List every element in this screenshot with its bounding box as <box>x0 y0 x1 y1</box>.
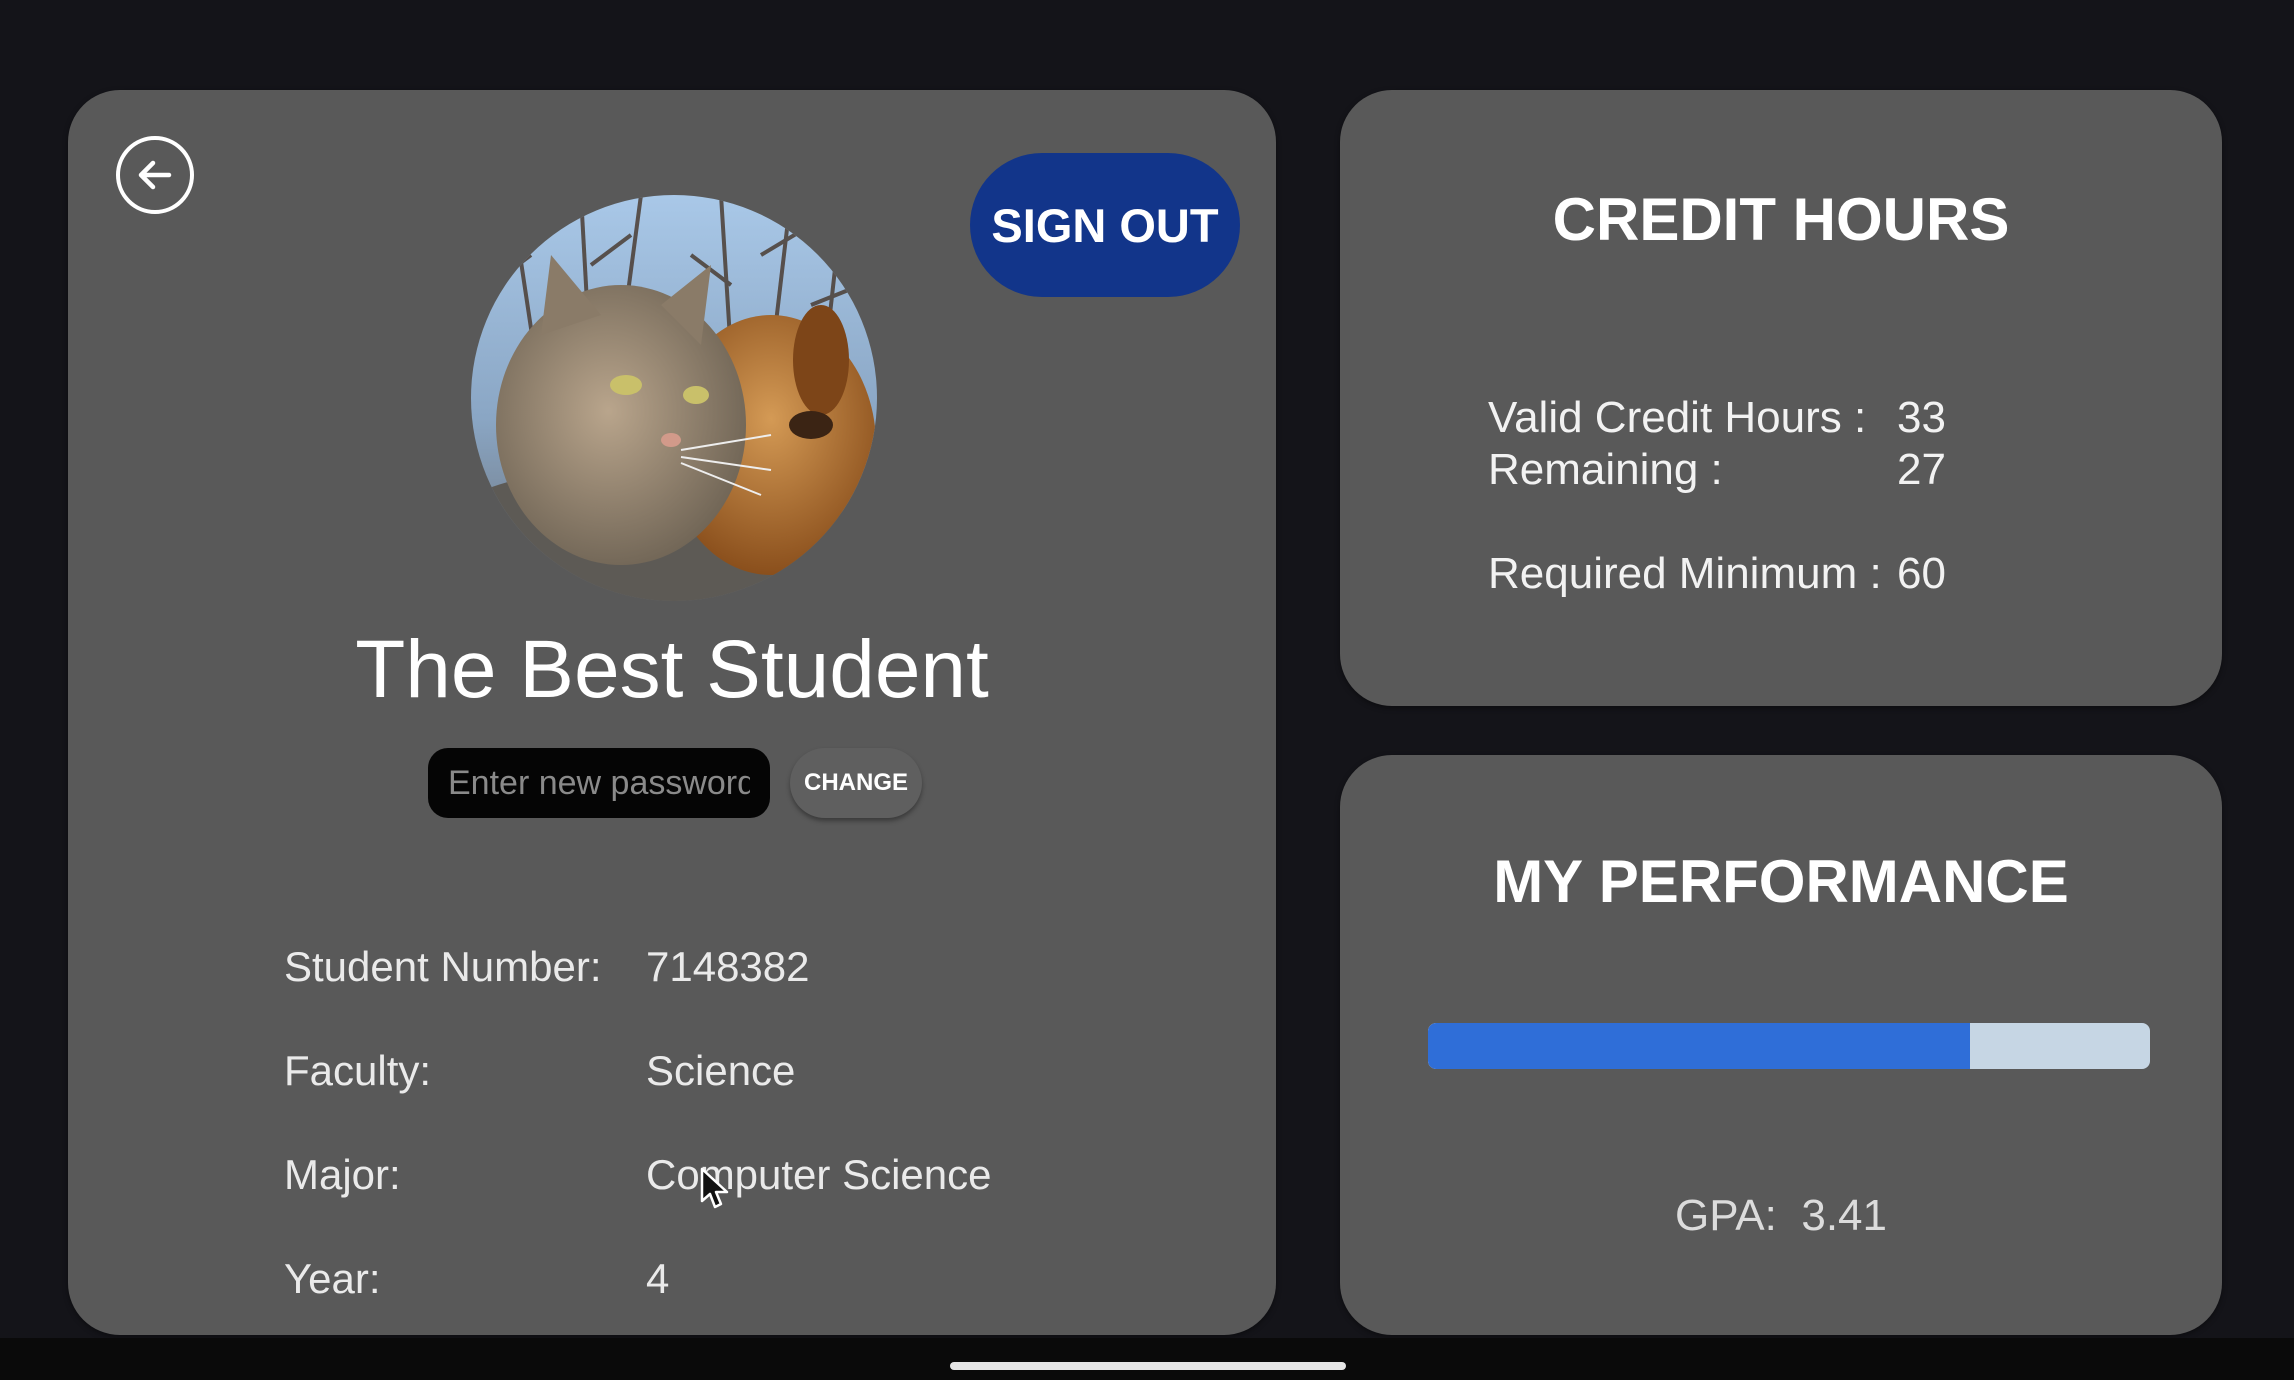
gpa-label: GPA: <box>1675 1191 1777 1240</box>
credit-hours-card: CREDIT HOURS Valid Credit Hours : 33 Rem… <box>1340 90 2222 706</box>
faculty-value: Science <box>646 1047 796 1094</box>
credit-hours-title: CREDIT HOURS <box>1552 186 2010 253</box>
major-value: Computer Science <box>646 1151 992 1198</box>
valid-credit-hours-value: 33 <box>1897 393 1946 442</box>
bottom-bar <box>0 1338 2294 1380</box>
sign-out-button[interactable]: SIGN OUT <box>970 153 1240 297</box>
student-number-value: 7148382 <box>646 943 810 990</box>
student-name: The Best Student <box>355 624 989 715</box>
mouse-pointer-icon <box>700 1167 729 1209</box>
remaining-value: 27 <box>1897 445 1946 494</box>
gpa-progress-bar <box>1428 1023 2150 1069</box>
home-indicator[interactable] <box>950 1362 1346 1370</box>
performance-card: MY PERFORMANCE GPA: 3.41 <box>1340 755 2222 1335</box>
faculty-label: Faculty: <box>284 1047 432 1094</box>
major-label: Major: <box>284 1151 401 1198</box>
year-label: Year: <box>284 1255 381 1302</box>
gpa-value: 3.41 <box>1801 1191 1887 1240</box>
required-minimum-label: Required Minimum : <box>1488 549 1882 598</box>
gpa-progress-fill <box>1428 1023 1970 1069</box>
new-password-input[interactable] <box>428 748 770 818</box>
avatar <box>471 195 877 601</box>
profile-card: SIGN OUT The Best Student CHANGE Student… <box>68 90 1276 1335</box>
required-minimum-value: 60 <box>1897 549 1946 598</box>
gpa-row: GPA: 3.41 <box>1340 1191 2222 1241</box>
year-value: 4 <box>646 1255 670 1302</box>
student-number-label: Student Number: <box>284 943 602 990</box>
remaining-label: Remaining : <box>1488 445 1723 494</box>
performance-title: MY PERFORMANCE <box>1493 848 2069 915</box>
change-password-button[interactable]: CHANGE <box>790 748 922 818</box>
profile-photo-icon <box>471 195 877 601</box>
back-button[interactable] <box>116 136 194 214</box>
valid-credit-hours-label: Valid Credit Hours : <box>1488 393 1867 442</box>
arrow-left-icon <box>138 160 172 190</box>
